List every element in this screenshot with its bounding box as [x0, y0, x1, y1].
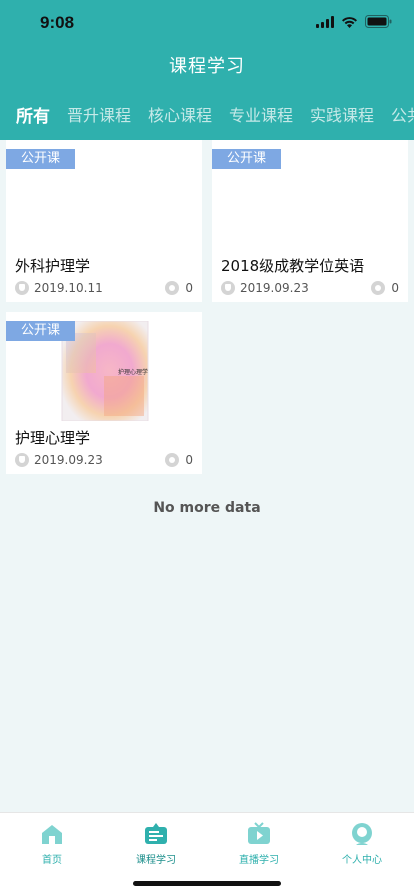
course-card[interactable]: 公开课 外科护理学 2019.10.11 0 — [6, 140, 202, 302]
view-count-icon — [371, 281, 386, 295]
nav-live-label: 直播学习 — [239, 855, 279, 866]
course-title: 2018级成教学位英语 — [221, 257, 365, 275]
course-date: 2019.10.11 — [34, 281, 103, 295]
list-end-text: No more data — [153, 500, 261, 516]
signal-icon — [316, 15, 334, 28]
status-icons — [316, 15, 392, 28]
open-course-badge: 公开课 — [6, 149, 75, 169]
nav-profile-label: 个人中心 — [342, 855, 382, 866]
tv-icon — [248, 822, 270, 844]
home-icon — [42, 825, 62, 844]
view-count-icon — [165, 453, 180, 467]
view-count-icon — [165, 281, 180, 295]
nav-home-label: 首页 — [42, 855, 62, 866]
nav-course[interactable]: 课程学习 — [104, 821, 208, 866]
app-header: 9:08 课程学习 所有 晋升课程 核心课程 专业课程 实践课程 公 — [0, 0, 414, 140]
course-card[interactable]: 护理心理学 公开课 护理心理学 2019.09.23 0 — [6, 312, 202, 474]
tab-practice[interactable]: 实践课程 — [310, 102, 374, 126]
course-meta: 2019.10.11 0 — [15, 281, 193, 297]
course-count: 0 — [185, 453, 193, 467]
course-count: 0 — [391, 281, 399, 295]
publish-date-icon — [15, 281, 29, 295]
course-title: 外科护理学 — [15, 257, 91, 275]
course-meta: 2019.09.23 0 — [15, 453, 193, 469]
wifi-icon — [342, 16, 357, 28]
course-date: 2019.09.23 — [240, 281, 309, 295]
page-title: 课程学习 — [169, 56, 245, 77]
nav-home[interactable]: 首页 — [0, 821, 104, 866]
publish-date-icon — [221, 281, 235, 295]
tab-major[interactable]: 专业课程 — [229, 102, 293, 126]
course-title: 护理心理学 — [15, 429, 91, 447]
battery-icon — [365, 15, 392, 28]
course-date: 2019.09.23 — [34, 453, 103, 467]
course-card[interactable]: 公开课 2018级成教学位英语 2019.09.23 0 — [212, 140, 408, 302]
open-course-badge: 公开课 — [212, 149, 281, 169]
publish-date-icon — [15, 453, 29, 467]
category-tabs: 所有 晋升课程 核心课程 专业课程 实践课程 公共 — [0, 96, 414, 132]
status-time: 9:08 — [40, 13, 75, 32]
status-bar: 9:08 — [0, 0, 414, 44]
tab-all[interactable]: 所有 — [16, 102, 50, 127]
course-count: 0 — [185, 281, 193, 295]
nav-profile[interactable]: 个人中心 — [310, 821, 414, 866]
book-cover-title: 护理心理学 — [118, 369, 149, 376]
tab-core[interactable]: 核心课程 — [148, 102, 212, 126]
course-icon — [145, 823, 167, 844]
open-course-badge: 公开课 — [6, 321, 75, 341]
nav-course-label: 课程学习 — [136, 855, 176, 866]
nav-live[interactable]: 直播学习 — [207, 821, 311, 866]
home-indicator[interactable] — [133, 881, 281, 886]
tab-promotion[interactable]: 晋升课程 — [67, 102, 131, 126]
course-list: 公开课 外科护理学 2019.10.11 0 公开课 2018级成教学位英语 2… — [0, 140, 414, 812]
tab-public[interactable]: 公共 — [391, 102, 414, 126]
person-icon — [352, 823, 372, 845]
course-meta: 2019.09.23 0 — [221, 281, 399, 297]
